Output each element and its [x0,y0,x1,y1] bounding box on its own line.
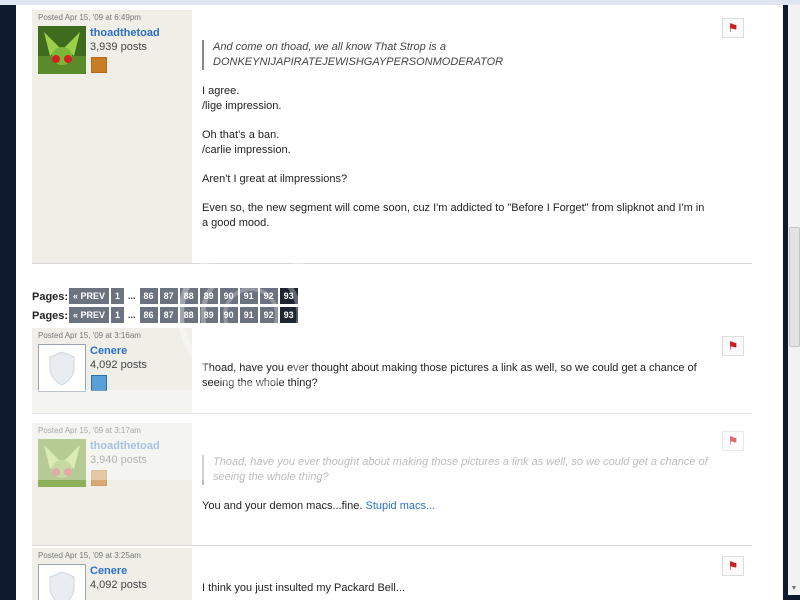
pager: « PREV 1... 86 87 88 89 90 91 92 93 [69,307,300,323]
post-paragraph: I think you just insulted my Packard Bel… [202,582,405,594]
page-button[interactable]: 91 [239,307,258,323]
page-button[interactable]: 88 [179,307,198,323]
post-body: I think you just insulted my Packard Bel… [202,581,712,600]
forum-post: Posted Apr 15, '09 at 3:17am thoadthetoa… [32,423,752,546]
username[interactable]: thoadthetoad [90,440,160,452]
post-timestamp: Posted Apr 15, '09 at 6:49pm [38,13,141,22]
avatar[interactable] [38,564,86,600]
avatar[interactable] [38,26,86,74]
post-timestamp: Posted Apr 15, '09 at 3:17am [38,426,141,435]
username[interactable]: Cenere [90,565,127,577]
report-flag-icon[interactable]: ⚑ [722,431,744,451]
scroll-down-icon[interactable]: ▼ [788,583,800,595]
prev-page-button[interactable]: « PREV [69,307,110,323]
post-text: You and your demon macs...fine. [202,500,363,512]
page-button[interactable]: 91 [239,288,258,304]
report-flag-icon[interactable]: ⚑ [722,556,744,576]
post-paragraph: Thoad, have you ever thought about makin… [202,362,697,389]
page-button-current[interactable]: 93 [279,288,298,304]
quote-block: And come on thoad, we all know That Stro… [202,40,712,70]
pagination-ellipsis: ... [128,291,136,301]
forum-post: Posted Apr 15, '09 at 3:25am Cenere 4,09… [32,548,752,600]
report-flag-icon[interactable]: ⚑ [722,336,744,356]
user-badge-icon [91,57,107,73]
post-body: Thoad, have you ever thought about makin… [202,455,712,528]
post-paragraph: Oh that's a ban. /carlie impression. [202,129,291,156]
page-button[interactable]: 90 [219,307,238,323]
post-paragraph: Even so, the new segment will come soon,… [202,202,705,229]
vertical-scrollbar[interactable]: ▼ [788,5,800,595]
report-flag-icon[interactable]: ⚑ [722,18,744,38]
page-button[interactable]: 92 [259,288,278,304]
forum-post: Posted Apr 15, '09 at 3:16am Cenere 4,09… [32,328,752,414]
page-button[interactable]: 86 [139,288,158,304]
pagination-label: Pages: [32,310,69,322]
post-body: Thoad, have you ever thought about makin… [202,361,712,405]
post-count: 3,939 posts [90,41,147,53]
post-paragraph: Aren't I great at ilmpressions? [202,173,348,185]
pagination-label: Pages: [32,291,69,303]
quote-block: Thoad, have you ever thought about makin… [202,455,712,485]
post-author-sidebar: Posted Apr 15, '09 at 3:16am Cenere 4,09… [32,328,192,413]
avatar[interactable] [38,439,86,487]
page-button[interactable]: 90 [219,288,238,304]
post-author-sidebar: Posted Apr 15, '09 at 6:49pm thoadthetoa… [32,10,192,263]
post-paragraph: I agree. /lige impression. [202,85,282,112]
post-paragraph: You and your demon macs...fine. Stupid m… [202,499,712,514]
post-link[interactable]: Stupid macs... [365,500,435,512]
pager: « PREV 1... 86 87 88 89 90 91 92 93 [69,288,300,304]
scrollbar-thumb[interactable] [789,227,800,347]
post-timestamp: Posted Apr 15, '09 at 3:16am [38,331,141,340]
avatar[interactable] [38,344,86,392]
post-author-sidebar: Posted Apr 15, '09 at 3:17am thoadthetoa… [32,423,192,545]
prev-page-button[interactable]: « PREV [69,288,110,304]
pagination-bottom: Pages: « PREV 1... 86 87 88 89 90 91 92 93 [32,307,392,325]
forum-post: Posted Apr 15, '09 at 6:49pm thoadthetoa… [32,10,752,264]
page-button-first[interactable]: 1 [111,307,125,323]
page-button[interactable]: 92 [259,307,278,323]
username[interactable]: thoadthetoad [90,27,160,39]
page-button-first[interactable]: 1 [111,288,125,304]
pagination-ellipsis: ... [128,310,136,320]
user-badge-icon [91,470,107,486]
post-count: 3,940 posts [90,454,147,466]
user-badge-icon [91,375,107,391]
post-author-sidebar: Posted Apr 15, '09 at 3:25am Cenere 4,09… [32,548,192,600]
username[interactable]: Cenere [90,345,127,357]
post-count: 4,092 posts [90,579,147,591]
page-button[interactable]: 87 [159,307,178,323]
page-button[interactable]: 89 [199,307,218,323]
page-button[interactable]: 89 [199,288,218,304]
forum-page: Posted Apr 15, '09 at 6:49pm thoadthetoa… [16,5,783,600]
page-button-current[interactable]: 93 [279,307,298,323]
pagination-top: Pages: « PREV 1... 86 87 88 89 90 91 92 93 [32,288,392,306]
page-button[interactable]: 87 [159,288,178,304]
page-button[interactable]: 86 [139,307,158,323]
post-body: And come on thoad, we all know That Stro… [202,40,712,245]
page-button[interactable]: 88 [179,288,198,304]
post-timestamp: Posted Apr 15, '09 at 3:25am [38,551,141,560]
post-count: 4,092 posts [90,359,147,371]
